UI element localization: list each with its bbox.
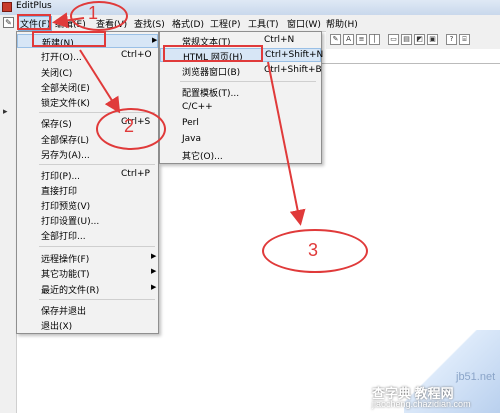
menu-item-exit[interactable]: 退出(X) [17,318,158,332]
menu-item-label: 浏览器窗口(B) [182,68,241,78]
menu-item-label: 直接打印 [41,187,78,197]
menu-item-label: 其它功能(T) [41,270,90,280]
app-icon [2,2,12,12]
menu-item-other-functions[interactable]: 其它功能(T) ▶ [17,266,158,280]
submenu-item-java[interactable]: Java [160,133,321,147]
menu-item-label: 最近的文件(R) [41,286,100,296]
menu-item-lock-file[interactable]: 锁定文件(K) [17,95,158,109]
menu-item-label: 打印(P)... [41,172,81,182]
menu-item-print[interactable]: 打印(P)... Ctrl+P [17,168,158,182]
submenu-arrow-icon: ▶ [151,252,157,260]
browser-icon[interactable]: ◩ [414,34,425,45]
menu-window[interactable]: 窗口(W) [287,17,321,30]
submenu-arrow-icon: ▶ [152,36,158,44]
line-number-gutter: ▸ [0,31,17,413]
menu-help[interactable]: 帮助(H) [326,17,358,30]
window-title: EditPlus [16,1,52,11]
line-marker-icon: ▸ [3,107,8,117]
menu-item-remote[interactable]: 远程操作(F) ▶ [17,251,158,265]
annotation-box-html-page [163,45,263,62]
menu-item-label: 全部打印... [41,232,86,242]
menu-item-label: 远程操作(F) [41,255,90,265]
menu-item-label: 关闭(C) [41,69,73,79]
annotation-step-3: 3 [308,240,319,260]
menu-format[interactable]: 格式(D) [172,17,204,30]
submenu-item-config-templates[interactable]: 配置模板(T)... [160,85,321,99]
annotation-box-new [32,31,106,47]
annotation-step-2: 2 [124,116,135,136]
menu-item-shortcut: Ctrl+Shift+B [264,65,322,75]
menu-item-shortcut: Ctrl+Shift+N [265,50,324,60]
menu-item-close[interactable]: 关闭(C) [17,65,158,79]
menu-separator [39,164,155,165]
menu-item-print-all[interactable]: 全部打印... [17,228,158,242]
spellcheck-icon[interactable]: A [343,34,354,45]
submenu-arrow-icon: ▶ [151,283,157,291]
menu-item-label: 打印设置(U)... [41,217,100,227]
menu-item-label: 保存(S) [41,120,72,130]
menu-item-shortcut: Ctrl+P [121,169,150,179]
menu-item-save-and-exit[interactable]: 保存并退出 [17,303,158,317]
menu-item-open[interactable]: 打开(O)... Ctrl+O [17,49,158,63]
menu-item-shortcut: Ctrl+O [121,50,152,60]
window-icon[interactable]: ▭ [388,34,399,45]
submenu-item-perl[interactable]: Perl [160,117,321,131]
ruler-icon[interactable]: │ [369,34,380,45]
menu-item-label: 锁定文件(K) [41,99,90,109]
wordwrap-icon[interactable]: ≡ [356,34,367,45]
directory-icon[interactable]: ⌸ [459,34,470,45]
menu-item-label: 配置模板(T)... [182,89,240,99]
annotation-step-1: 1 [88,3,99,23]
watermark-site: jb51.net [456,371,496,383]
menu-item-label: 全部保存(L) [41,136,90,146]
menu-item-label: C/C++ [182,102,213,112]
menu-item-label: 另存为(A)... [41,151,90,161]
document-icon[interactable]: ✎ [3,17,14,28]
menu-item-label: Java [182,134,202,144]
annotation-box-file-menu [17,14,51,30]
menu-item-label: 打印预览(V) [41,202,91,212]
menu-item-label: 打开(O)... [41,53,82,63]
file-menu: 新建(N) ▶ 打开(O)... Ctrl+O 关闭(C) 全部关闭(E) 锁定… [16,31,159,334]
annotation-circle-1 [70,1,128,31]
menu-separator [39,299,155,300]
submenu-item-browser-window[interactable]: 浏览器窗口(B) Ctrl+Shift+B [160,64,322,78]
menu-item-label: Perl [182,118,199,128]
menu-item-direct-print[interactable]: 直接打印 [17,183,158,197]
menu-item-shortcut: Ctrl+N [264,35,295,45]
menu-search[interactable]: 查找(S) [134,17,165,30]
submenu-item-cpp[interactable]: C/C++ [160,101,321,115]
pen-icon[interactable]: ✎ [330,34,341,45]
menu-item-label: 保存并退出 [41,307,87,317]
cliptext-icon[interactable]: ▣ [427,34,438,45]
menu-item-recent-files[interactable]: 最近的文件(R) ▶ [17,282,158,296]
menu-item-close-all[interactable]: 全部关闭(E) [17,80,158,94]
menu-separator [180,81,316,82]
watermark-url: jiaocheng.chazidian.com [372,399,471,409]
menu-item-label: 退出(X) [41,322,73,332]
toolbar: ✎ A ≡ │ ▭ ▤ ◩ ▣ ? ⌸ [326,31,500,50]
menu-separator [39,246,155,247]
menu-item-label: 全部关闭(E) [41,84,90,94]
menu-project[interactable]: 工程(P) [210,17,240,30]
submenu-item-other[interactable]: 其它(O)... [160,148,321,162]
submenu-arrow-icon: ▶ [151,267,157,275]
menu-tools[interactable]: 工具(T) [248,17,279,30]
menu-item-label: 其它(O)... [182,152,223,162]
menu-item-print-preview[interactable]: 打印预览(V) [17,198,158,212]
layout-icon[interactable]: ▤ [401,34,412,45]
help-icon[interactable]: ? [446,34,457,45]
menu-item-print-setup[interactable]: 打印设置(U)... [17,213,158,227]
